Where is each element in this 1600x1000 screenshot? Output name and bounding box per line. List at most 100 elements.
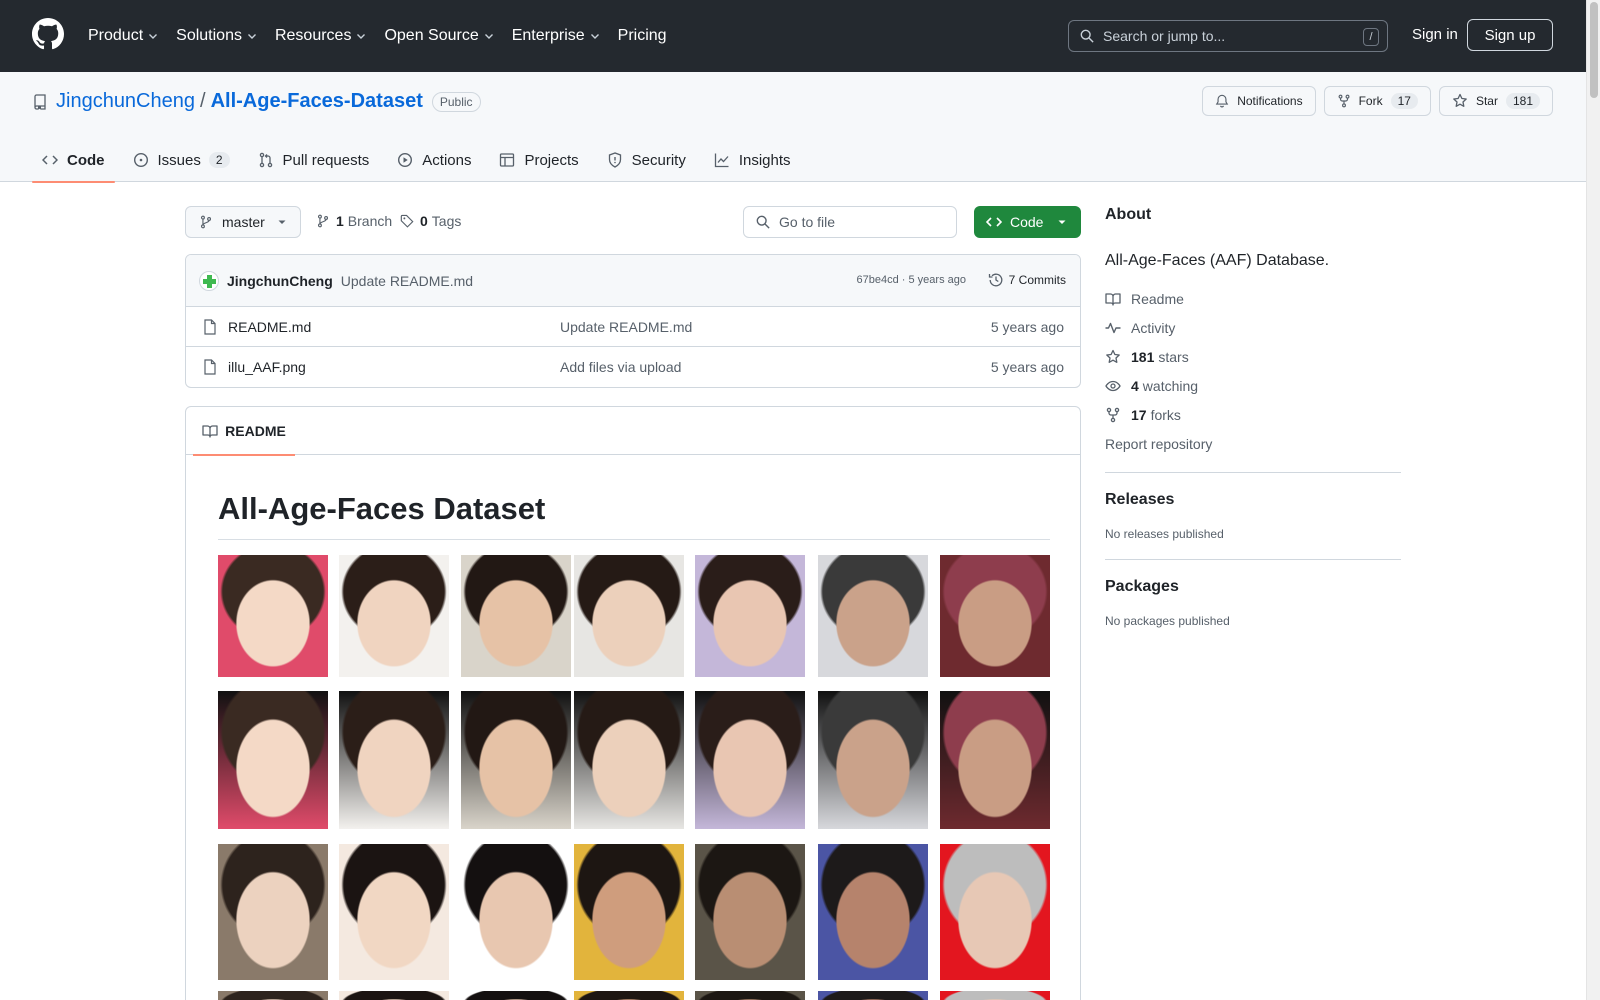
readme-tab[interactable]: README: [193, 407, 295, 456]
search-input[interactable]: Search or jump to... /: [1068, 20, 1388, 52]
issue-icon: [133, 152, 148, 168]
file-name-link[interactable]: illu_AAF.png: [228, 359, 306, 375]
tab-projects[interactable]: Projects: [489, 138, 588, 182]
tab-issues[interactable]: Issues 2: [123, 138, 240, 182]
pull-request-icon: [259, 152, 272, 168]
face-thumbnail: [940, 991, 1050, 1000]
file-commit-message-link[interactable]: Add files via upload: [560, 359, 681, 375]
face-thumbnail: [695, 555, 805, 677]
notifications-button[interactable]: Notifications: [1202, 86, 1316, 116]
repo-owner-link[interactable]: JingchunCheng: [56, 90, 195, 113]
face-thumbnail: [218, 691, 328, 829]
book-icon: [1105, 292, 1121, 306]
face-thumbnail: [940, 844, 1050, 980]
face-thumbnail: [695, 691, 805, 829]
tab-label: Projects: [524, 151, 579, 169]
stars-link[interactable]: 181 stars: [1105, 342, 1401, 371]
tag-icon: [400, 214, 414, 228]
file-row[interactable]: illu_AAF.png Add files via upload 5 year…: [186, 347, 1080, 387]
face-thumbnail: [339, 691, 449, 829]
tab-security[interactable]: Security: [597, 138, 696, 182]
nav-resources[interactable]: Resources: [275, 27, 366, 45]
graph-icon: [714, 153, 729, 168]
tag-count: 0: [420, 213, 428, 229]
releases-empty-text: No releases published: [1105, 527, 1224, 541]
commit-hash-and-age[interactable]: 67be4cd · 5 years ago: [857, 274, 966, 286]
notifications-label: Notifications: [1237, 94, 1303, 108]
readme-tabbar: README: [186, 407, 1080, 456]
tags-link[interactable]: 0 Tags: [400, 213, 461, 229]
tab-code[interactable]: Code: [32, 138, 115, 183]
file-row[interactable]: README.md Update README.md 5 years ago: [186, 307, 1080, 347]
scrollbar-thumb[interactable]: [1590, 2, 1598, 98]
code-dropdown-button[interactable]: Code: [974, 206, 1081, 238]
tab-insights[interactable]: Insights: [704, 138, 801, 182]
bell-icon: [1215, 94, 1229, 108]
nav-enterprise[interactable]: Enterprise: [512, 27, 600, 45]
file-icon: [204, 359, 216, 375]
tab-label: Code: [67, 151, 105, 169]
branches-link[interactable]: 1 Branch: [316, 213, 392, 229]
caret-down-icon: [1058, 220, 1066, 224]
commit-message-link[interactable]: Update README.md: [341, 273, 473, 289]
readme-link[interactable]: Readme: [1105, 284, 1401, 313]
sidebar-divider: [1105, 559, 1401, 560]
nav-open-source[interactable]: Open Source: [384, 27, 493, 45]
face-thumbnail: [339, 555, 449, 677]
search-icon: [1080, 29, 1094, 43]
star-count: 181: [1505, 93, 1540, 109]
chevron-down-icon: [149, 34, 158, 39]
face-thumbnail: [695, 844, 805, 980]
repo-name-link[interactable]: All-Age-Faces-Dataset: [211, 90, 423, 113]
caret-down-icon: [278, 220, 286, 224]
forks-count: 17: [1131, 406, 1147, 423]
fork-icon: [1338, 94, 1350, 108]
face-thumbnail: [695, 991, 805, 1000]
tab-label: Issues: [157, 151, 201, 169]
search-shortcut-key: /: [1363, 28, 1379, 46]
tab-label: Security: [631, 151, 686, 169]
readme-panel: README All-Age-Faces Dataset: [185, 406, 1081, 1000]
file-name-link[interactable]: README.md: [228, 319, 311, 335]
nav-solutions[interactable]: Solutions: [176, 27, 257, 45]
watchers-link[interactable]: 4 watching: [1105, 371, 1401, 400]
sign-up-button[interactable]: Sign up: [1467, 19, 1553, 51]
fork-button[interactable]: Fork 17: [1323, 86, 1431, 116]
face-thumbnail: [461, 991, 571, 1000]
about-sidebar: About All-Age-Faces (AAF) Database. Read…: [1105, 206, 1401, 628]
packages-heading[interactable]: Packages: [1105, 578, 1401, 596]
tab-pull-requests[interactable]: Pull requests: [248, 138, 380, 182]
chevron-down-icon: [484, 34, 493, 39]
book-icon: [202, 425, 218, 438]
pulse-icon: [1105, 322, 1121, 333]
github-logo-icon[interactable]: [32, 18, 64, 50]
top-nav: Product Solutions Resources Open Source …: [88, 0, 685, 72]
page-scrollbar[interactable]: [1586, 0, 1600, 1000]
report-repository-link[interactable]: Report repository: [1105, 429, 1401, 458]
face-thumbnail: [218, 844, 328, 980]
fork-count: 17: [1390, 93, 1418, 109]
global-header: Product Solutions Resources Open Source …: [0, 0, 1586, 72]
commits-history-link[interactable]: 7 Commits: [988, 272, 1066, 288]
play-icon: [398, 152, 413, 168]
tag-count-label: Tags: [431, 213, 462, 229]
issues-count: 2: [208, 152, 230, 168]
star-button[interactable]: Star 181: [1438, 86, 1553, 116]
activity-link[interactable]: Activity: [1105, 313, 1401, 342]
branch-select-button[interactable]: master: [185, 206, 301, 238]
go-to-file-input[interactable]: Go to file: [743, 206, 957, 238]
forks-link[interactable]: 17 forks: [1105, 400, 1401, 429]
releases-heading[interactable]: Releases: [1105, 491, 1401, 509]
repo-tabs: Code Issues 2 Pull requests Actions Proj…: [32, 138, 809, 183]
face-thumbnail: [218, 555, 328, 677]
avatar[interactable]: [199, 270, 219, 291]
file-commit-age: 5 years ago: [990, 318, 1064, 335]
chevron-down-icon: [247, 34, 256, 39]
file-commit-message-link[interactable]: Update README.md: [560, 319, 692, 335]
sign-in-link[interactable]: Sign in: [1412, 26, 1458, 43]
nav-pricing[interactable]: Pricing: [618, 27, 667, 45]
commit-author-link[interactable]: JingchunCheng: [227, 273, 333, 289]
tab-actions[interactable]: Actions: [387, 138, 481, 182]
file-commit-age: 5 years ago: [990, 359, 1064, 375]
nav-product[interactable]: Product: [88, 27, 158, 45]
